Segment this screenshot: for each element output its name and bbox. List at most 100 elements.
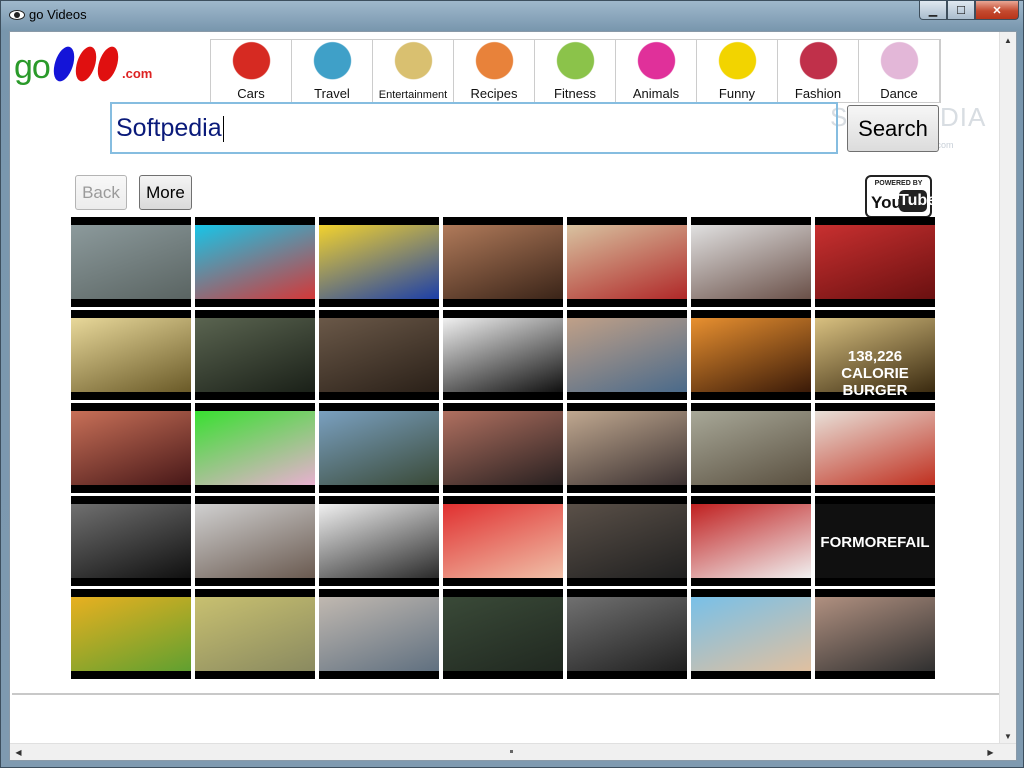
horizontal-scrollbar[interactable]: ◀ ▶ xyxy=(10,743,1016,760)
thumbnail-image xyxy=(567,597,687,671)
thumbnail-caption: FORMOREFAIL xyxy=(820,534,930,551)
search-input-value: Softpedia xyxy=(116,114,222,142)
scroll-right-icon[interactable]: ▶ xyxy=(982,744,999,760)
video-thumbnail[interactable] xyxy=(691,496,811,586)
category-funny[interactable]: Funny xyxy=(697,40,778,102)
thumbnail-image xyxy=(691,504,811,578)
category-animals[interactable]: Animals xyxy=(616,40,697,102)
thumbnail-image xyxy=(319,411,439,485)
category-fitness[interactable]: Fitness xyxy=(535,40,616,102)
category-fashion[interactable]: Fashion xyxy=(778,40,859,102)
video-thumbnail[interactable] xyxy=(443,403,563,493)
youtube-tube-text: Tube xyxy=(899,190,936,212)
browser-content: go .com Cars Travel Entertainment Recipes Fi… xyxy=(9,31,1017,761)
category-label: Dance xyxy=(880,86,918,101)
thumbnail-image xyxy=(691,318,811,392)
thumbnail-image xyxy=(319,597,439,671)
thumbnail-image xyxy=(815,225,935,299)
video-thumbnail[interactable] xyxy=(71,310,191,400)
models-icon xyxy=(778,40,858,86)
video-thumbnail[interactable] xyxy=(319,589,439,679)
video-thumbnail[interactable] xyxy=(195,589,315,679)
category-label: Fitness xyxy=(554,86,596,101)
category-label: Entertainment xyxy=(378,89,448,101)
close-icon: ✕ xyxy=(992,4,1002,17)
thumbnail-image xyxy=(443,504,563,578)
video-thumbnail[interactable] xyxy=(443,589,563,679)
logo-com-text: .com xyxy=(122,66,153,81)
video-thumbnail[interactable] xyxy=(443,217,563,307)
thumbnail-image xyxy=(71,597,191,671)
status-divider xyxy=(12,693,1002,695)
video-thumbnail[interactable] xyxy=(567,403,687,493)
beach-icon xyxy=(292,40,372,86)
category-cars[interactable]: Cars xyxy=(211,40,292,102)
video-thumbnail[interactable] xyxy=(691,310,811,400)
thumbnail-image xyxy=(691,597,811,671)
video-thumbnail[interactable] xyxy=(195,217,315,307)
thumbnail-image xyxy=(195,411,315,485)
search-button[interactable]: Search xyxy=(847,105,939,152)
maximize-button[interactable]: ☐ xyxy=(947,1,975,20)
category-dance[interactable]: Dance xyxy=(859,40,940,102)
powered-by-text: POWERED BY xyxy=(874,180,923,187)
youtube-you-text: You xyxy=(871,193,902,212)
video-thumbnail[interactable] xyxy=(71,217,191,307)
maximize-icon: ☐ xyxy=(956,4,966,17)
video-thumbnail[interactable] xyxy=(691,403,811,493)
video-thumbnail[interactable] xyxy=(319,310,439,400)
video-thumbnail[interactable] xyxy=(195,496,315,586)
video-thumbnail[interactable] xyxy=(567,217,687,307)
video-thumbnail[interactable] xyxy=(319,496,439,586)
video-thumbnail[interactable] xyxy=(815,589,935,679)
video-thumbnail[interactable] xyxy=(815,217,935,307)
video-thumbnail[interactable] xyxy=(319,217,439,307)
dancer-icon xyxy=(859,40,939,86)
video-thumbnail[interactable] xyxy=(567,589,687,679)
thumbnail-image xyxy=(443,597,563,671)
category-label: Travel xyxy=(314,86,350,101)
video-thumbnail[interactable] xyxy=(567,496,687,586)
video-thumbnail[interactable] xyxy=(319,403,439,493)
video-thumbnail[interactable]: FORMOREFAIL xyxy=(815,496,935,586)
powered-by-youtube-badge[interactable]: POWERED BY You Tube xyxy=(865,175,936,218)
close-button[interactable]: ✕ xyxy=(975,1,1019,20)
video-thumbnail[interactable] xyxy=(691,217,811,307)
thumbnail-image xyxy=(815,597,935,671)
search-input[interactable]: Softpedia xyxy=(110,102,838,154)
more-button[interactable]: More xyxy=(139,175,192,210)
back-button[interactable]: Back xyxy=(75,175,127,210)
thumbnail-image xyxy=(71,225,191,299)
thumbnail-image xyxy=(691,411,811,485)
title-bar[interactable]: go Videos ▁ ☐ ✕ xyxy=(1,1,1024,29)
video-thumbnail[interactable] xyxy=(195,310,315,400)
vertical-scrollbar[interactable]: ▲ ▼ xyxy=(999,32,1016,745)
video-thumbnail[interactable] xyxy=(71,589,191,679)
scroll-up-icon[interactable]: ▲ xyxy=(1000,32,1016,49)
category-recipes[interactable]: Recipes xyxy=(454,40,535,102)
video-thumbnail[interactable] xyxy=(443,310,563,400)
video-thumbnail[interactable] xyxy=(443,496,563,586)
logo[interactable]: go .com xyxy=(14,42,154,86)
thumbnail-image xyxy=(195,504,315,578)
logo-o-blue xyxy=(49,44,79,84)
video-thumbnail[interactable] xyxy=(567,310,687,400)
category-travel[interactable]: Travel xyxy=(292,40,373,102)
video-thumbnail[interactable] xyxy=(195,403,315,493)
video-thumbnail[interactable] xyxy=(815,403,935,493)
video-thumbnail[interactable] xyxy=(71,496,191,586)
logo-o-red-2 xyxy=(93,44,123,84)
video-thumbnail[interactable] xyxy=(691,589,811,679)
minimize-button[interactable]: ▁ xyxy=(919,1,947,20)
category-label: Recipes xyxy=(470,86,518,101)
animals-icon xyxy=(616,40,696,86)
window-title: go Videos xyxy=(29,7,87,22)
thumbnail-caption: 138,226 CALORIE BURGER xyxy=(841,348,909,399)
thumbnail-image xyxy=(71,411,191,485)
thumbnail-image xyxy=(567,225,687,299)
category-entertainment[interactable]: Entertainment xyxy=(373,40,454,102)
video-thumbnail[interactable]: 138,226 CALORIE BURGER xyxy=(815,310,935,400)
category-label: Cars xyxy=(237,86,265,101)
video-thumbnail[interactable] xyxy=(71,403,191,493)
scroll-left-icon[interactable]: ◀ xyxy=(10,744,27,760)
